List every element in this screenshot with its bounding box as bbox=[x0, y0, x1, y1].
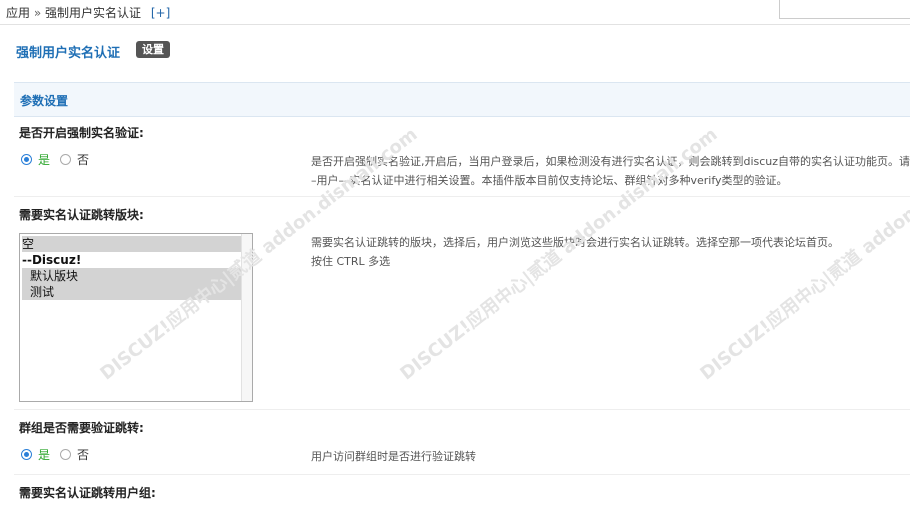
forum-option-group: --Discuz! bbox=[22, 253, 82, 267]
breadcrumb-app[interactable]: 应用 bbox=[6, 6, 30, 20]
setting-desc-force-verify: 是否开启强制实名验证,开启后，当用户登录后，如果检测没有进行实名认证，则会跳转到… bbox=[311, 152, 910, 190]
setting-label-force-verify: 是否开启强制实名验证: bbox=[19, 126, 144, 140]
forum-multiselect[interactable]: 空 --Discuz! 默认版块 测试 bbox=[19, 233, 253, 402]
radio-label-no[interactable]: 否 bbox=[77, 446, 89, 463]
forum-option[interactable]: 空 bbox=[22, 236, 242, 252]
breadcrumb-page[interactable]: 强制用户实名认证 bbox=[45, 6, 141, 20]
top-search-box[interactable] bbox=[779, 0, 910, 19]
breadcrumb-separator: » bbox=[33, 6, 42, 20]
setting-desc-redirect-forums: 需要实名认证跳转的版块，选择后，用户浏览这些版块时会进行实名认证跳转。选择空那一… bbox=[311, 233, 839, 271]
row-divider bbox=[14, 474, 910, 475]
page-title: 强制用户实名认证 bbox=[16, 46, 121, 61]
radio-group-force-verify: 是 否 bbox=[21, 151, 89, 168]
radio-group-group-verify: 是 否 bbox=[21, 446, 89, 463]
forum-option-label: 测试 bbox=[30, 285, 55, 299]
setting-label-redirect-usergroups: 需要实名认证跳转用户组: bbox=[19, 486, 156, 500]
desc-line: 需要实名认证跳转的版块，选择后，用户浏览这些版块时会进行实名认证跳转。选择空那一… bbox=[311, 236, 839, 249]
radio-no-force-verify[interactable] bbox=[60, 154, 72, 165]
add-shortcut-link[interactable]: [+] bbox=[151, 6, 170, 20]
section-title: 参数设置 bbox=[20, 94, 69, 108]
desc-line: 是否开启强制实名验证,开启后，当用户登录后，如果检测没有进行实名认证，则会跳转到… bbox=[311, 155, 910, 168]
row-divider bbox=[14, 409, 910, 410]
forum-option-label: 默认版块 bbox=[30, 269, 79, 283]
section-header: 参数设置 bbox=[14, 82, 910, 117]
desc-line: –用户––实名认证中进行相关设置。本插件版本目前仅支持论坛、群组针对多种veri… bbox=[311, 174, 788, 187]
radio-no-group-verify[interactable] bbox=[60, 449, 72, 460]
radio-yes-force-verify[interactable] bbox=[21, 154, 32, 165]
radio-label-yes[interactable]: 是 bbox=[38, 446, 50, 463]
radio-label-no[interactable]: 否 bbox=[77, 151, 89, 168]
desc-line: 用户访问群组时是否进行验证跳转 bbox=[311, 450, 476, 463]
row-divider bbox=[14, 196, 910, 197]
radio-label-yes[interactable]: 是 bbox=[38, 151, 50, 168]
settings-button[interactable]: 设置 bbox=[136, 41, 170, 58]
top-bar: 应用 » 强制用户实名认证 [+] bbox=[0, 0, 910, 25]
forum-option[interactable]: 默认版块 bbox=[22, 268, 242, 284]
setting-label-group-verify: 群组是否需要验证跳转: bbox=[19, 421, 144, 435]
setting-desc-group-verify: 用户访问群组时是否进行验证跳转 bbox=[311, 447, 476, 466]
forum-option[interactable]: 测试 bbox=[22, 284, 242, 300]
setting-label-redirect-forums: 需要实名认证跳转版块: bbox=[19, 208, 144, 222]
breadcrumb: 应用 » 强制用户实名认证 [+] bbox=[6, 4, 170, 21]
listbox-scrollbar[interactable] bbox=[241, 234, 252, 401]
desc-line: 按住 CTRL 多选 bbox=[311, 255, 391, 268]
radio-yes-group-verify[interactable] bbox=[21, 449, 32, 460]
